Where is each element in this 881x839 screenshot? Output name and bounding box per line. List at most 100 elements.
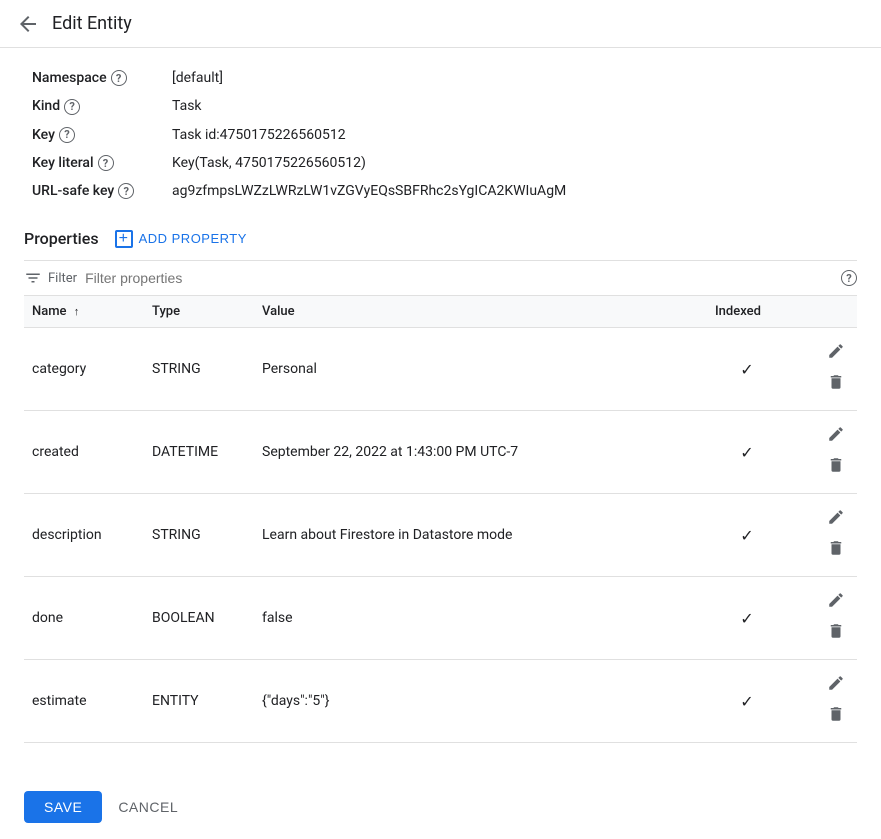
entity-label: Kind? [24, 92, 164, 120]
entity-info-row: URL-safe key? ag9zfmpsLWZzLWRzLW1vZGVyEQ… [24, 177, 584, 205]
entity-info-row: Namespace? [default] [24, 64, 584, 92]
edit-icon [827, 508, 845, 526]
entity-label: Key? [24, 121, 164, 149]
back-button[interactable] [16, 12, 40, 36]
filter-label: Filter [48, 271, 77, 286]
indexed-check: ✓ [740, 609, 753, 628]
delete-row-button[interactable] [823, 452, 849, 483]
edit-row-button[interactable] [823, 587, 849, 618]
edit-icon [827, 342, 845, 360]
edit-row-button[interactable] [823, 338, 849, 369]
edit-icon [827, 674, 845, 692]
entity-value: Task [164, 92, 584, 120]
plus-icon: + [115, 230, 133, 248]
delete-icon [827, 622, 845, 640]
cell-indexed: ✓ [707, 328, 787, 411]
entity-info-row: Key literal? Key(Task, 4750175226560512) [24, 149, 584, 177]
help-icon[interactable]: ? [118, 183, 134, 199]
entity-label: Namespace? [24, 64, 164, 92]
cell-value: September 22, 2022 at 1:43:00 PM UTC-7 [254, 411, 707, 494]
cell-type: STRING [144, 328, 254, 411]
cell-name: description [24, 494, 144, 577]
col-header-indexed: Indexed [707, 296, 787, 328]
cell-value: Personal [254, 328, 707, 411]
cell-name: estimate [24, 660, 144, 743]
filter-icon [24, 269, 42, 287]
delete-row-button[interactable] [823, 535, 849, 566]
filter-label-wrap: Filter [24, 269, 77, 287]
indexed-check: ✓ [740, 360, 753, 379]
table-row: created DATETIME September 22, 2022 at 1… [24, 411, 857, 494]
cell-name: done [24, 577, 144, 660]
save-button[interactable]: SAVE [24, 791, 102, 823]
help-icon[interactable]: ? [64, 99, 80, 115]
entity-value: [default] [164, 64, 584, 92]
indexed-check: ✓ [740, 692, 753, 711]
back-arrow-icon [16, 12, 40, 36]
cancel-button[interactable]: CANCEL [118, 799, 178, 815]
table-header: Name ↑ Type Value Indexed [24, 296, 857, 328]
cell-actions [787, 660, 857, 743]
cell-type: ENTITY [144, 660, 254, 743]
delete-icon [827, 456, 845, 474]
delete-icon [827, 539, 845, 557]
filter-bar: Filter ? [24, 260, 857, 296]
delete-icon [827, 705, 845, 723]
edit-row-button[interactable] [823, 670, 849, 701]
entity-value: ag9zfmpsLWZzLWRzLW1vZGVyEQsSBFRhc2sYgICA… [164, 177, 584, 205]
properties-title: Properties [24, 229, 99, 248]
col-header-actions [787, 296, 857, 328]
table-body: category STRING Personal ✓ created DATET… [24, 328, 857, 743]
entity-value: Task id:4750175226560512 [164, 121, 584, 149]
main-content: Namespace? [default] Kind? Task Key? Tas… [0, 48, 881, 759]
col-header-type: Type [144, 296, 254, 328]
cell-indexed: ✓ [707, 660, 787, 743]
properties-table: Name ↑ Type Value Indexed category STRIN… [24, 296, 857, 743]
edit-row-button[interactable] [823, 504, 849, 535]
filter-input[interactable] [85, 270, 841, 286]
indexed-check: ✓ [740, 526, 753, 545]
table-row: estimate ENTITY {"days":"5"} ✓ [24, 660, 857, 743]
edit-icon [827, 591, 845, 609]
help-icon[interactable]: ? [111, 70, 127, 86]
cell-actions [787, 328, 857, 411]
entity-value: Key(Task, 4750175226560512) [164, 149, 584, 177]
edit-row-button[interactable] [823, 421, 849, 452]
delete-row-button[interactable] [823, 369, 849, 400]
filter-help-icon[interactable]: ? [841, 270, 857, 286]
cell-actions [787, 577, 857, 660]
delete-icon [827, 373, 845, 391]
cell-actions [787, 411, 857, 494]
add-property-button[interactable]: + ADD PROPERTY [115, 230, 247, 248]
properties-header: Properties + ADD PROPERTY [24, 229, 857, 248]
table-row: category STRING Personal ✓ [24, 328, 857, 411]
cell-actions [787, 494, 857, 577]
cell-name: category [24, 328, 144, 411]
add-property-label: ADD PROPERTY [139, 231, 247, 246]
entity-info-row: Kind? Task [24, 92, 584, 120]
cell-name: created [24, 411, 144, 494]
edit-icon [827, 425, 845, 443]
sort-arrow-icon: ↑ [74, 305, 80, 318]
page-header: Edit Entity [0, 0, 881, 48]
cell-indexed: ✓ [707, 494, 787, 577]
cell-value: {"days":"5"} [254, 660, 707, 743]
delete-row-button[interactable] [823, 701, 849, 732]
cell-indexed: ✓ [707, 411, 787, 494]
cell-indexed: ✓ [707, 577, 787, 660]
table-row: done BOOLEAN false ✓ [24, 577, 857, 660]
help-icon[interactable]: ? [98, 155, 114, 171]
entity-info-table: Namespace? [default] Kind? Task Key? Tas… [24, 64, 584, 205]
cell-value: Learn about Firestore in Datastore mode [254, 494, 707, 577]
col-header-name[interactable]: Name ↑ [24, 296, 144, 328]
footer: SAVE CANCEL [0, 775, 881, 839]
cell-value: false [254, 577, 707, 660]
delete-row-button[interactable] [823, 618, 849, 649]
entity-info-section: Namespace? [default] Kind? Task Key? Tas… [24, 64, 584, 205]
table-row: description STRING Learn about Firestore… [24, 494, 857, 577]
page-title: Edit Entity [52, 13, 132, 34]
entity-info-row: Key? Task id:4750175226560512 [24, 121, 584, 149]
cell-type: DATETIME [144, 411, 254, 494]
help-icon[interactable]: ? [59, 127, 75, 143]
col-header-value: Value [254, 296, 707, 328]
